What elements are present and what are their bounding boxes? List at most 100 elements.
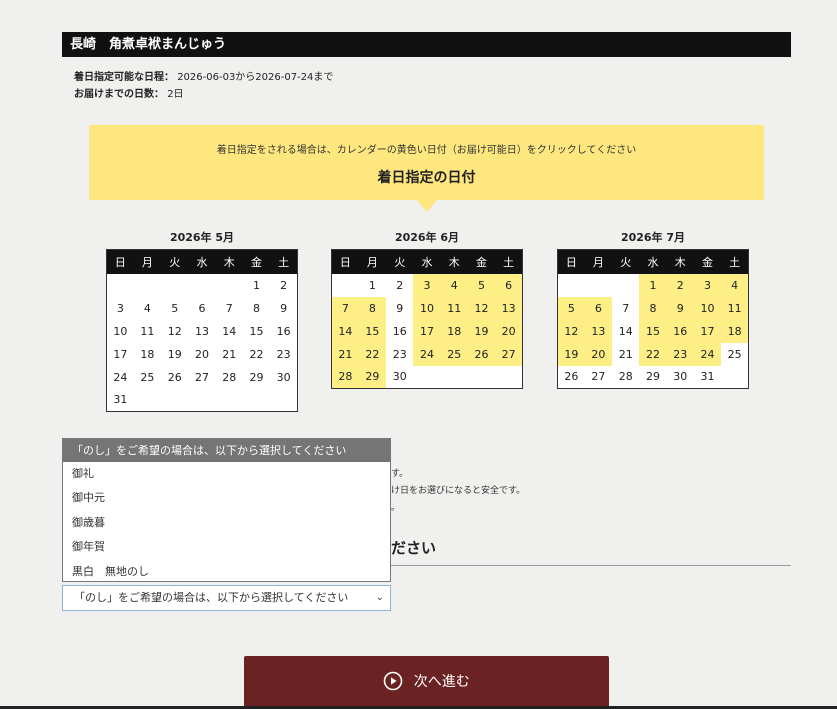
banner-instruction: 着日指定をされる場合は、カレンダーの黄色い日付（お届け可能日）をクリックしてくだ… (216, 145, 637, 156)
calendar-day: 30 (276, 370, 291, 384)
calendar-day-available[interactable]: 2 (666, 273, 694, 297)
calendar-day-available[interactable]: 20 (495, 319, 523, 343)
calendar-day-available[interactable]: 28 (331, 365, 359, 389)
calendar-week: 12 13 14 15 16 17 18 (557, 319, 749, 343)
calendar-day-available[interactable]: 1 (639, 273, 667, 297)
noshi-option[interactable]: 黒白 無地のし (63, 560, 390, 584)
calendar-day-available[interactable]: 24 (413, 342, 441, 366)
calendar-day-available[interactable]: 15 (358, 319, 387, 343)
calendar-day: 31 (700, 370, 715, 384)
calendar-day-available[interactable]: 5 (557, 296, 585, 320)
calendar-day-available[interactable]: 22 (358, 342, 387, 366)
calendar-day-available[interactable]: 10 (693, 296, 722, 320)
calendar-day: 26 (167, 370, 182, 384)
calendar-day-available[interactable]: 23 (666, 342, 694, 366)
calendar-day-available[interactable]: 11 (440, 296, 468, 320)
calendar-day-available[interactable]: 8 (358, 296, 387, 320)
noshi-option[interactable]: 御歳暮 (63, 511, 390, 535)
calendar-day-empty (612, 274, 639, 297)
calendar-day-available[interactable]: 24 (693, 342, 722, 366)
calendar-day-available[interactable]: 19 (467, 319, 496, 343)
calendar-day-available[interactable]: 27 (495, 342, 523, 366)
calendar-day-available[interactable]: 15 (639, 319, 667, 343)
calendar-day-available[interactable]: 18 (440, 319, 468, 343)
calendar-day: 19 (167, 347, 182, 361)
calendar-day: 21 (222, 347, 237, 361)
weekday-header: 木 (440, 249, 468, 274)
noshi-dropdown-list[interactable]: 「のし」をご希望の場合は、以下から選択してください 御礼 御中元 御歳暮 御年賀… (62, 438, 391, 582)
calendar-day-available[interactable]: 3 (413, 273, 441, 297)
calendar-day-available[interactable]: 6 (584, 296, 613, 320)
weekday-header: 土 (495, 249, 523, 274)
calendar-day-empty (243, 389, 270, 412)
weekday-header: 月 (584, 249, 613, 274)
next-button[interactable]: 次へ進む (244, 656, 609, 709)
noshi-option[interactable]: 御年賀 (63, 535, 390, 559)
calendar-day: 12 (167, 324, 182, 338)
calendar-day: 27 (591, 370, 606, 384)
calendar-day-available[interactable]: 4 (721, 273, 749, 297)
delivery-days-value: 2日 (167, 89, 184, 100)
noshi-option[interactable]: 御中元 (63, 486, 390, 510)
next-button-label: 次へ進む (413, 674, 470, 690)
calendar-grid: 日月火水木金土 1 2 3 4 5 6 7 8 9 10 11 12 13 14 15 16 17 18 19 20 21… (557, 249, 749, 389)
calendar-day-empty (216, 389, 243, 412)
calendar-day: 4 (143, 301, 151, 315)
calendar-day: 13 (194, 324, 209, 338)
calendar-week: 19 20 21 22 23 24 25 (557, 342, 749, 366)
calendar-day-available[interactable]: 18 (721, 319, 749, 343)
calendar-day-available[interactable]: 20 (584, 342, 613, 366)
calendar-day-available[interactable]: 25 (440, 342, 468, 366)
calendar-day-available[interactable]: 13 (495, 296, 523, 320)
calendar-day: 21 (618, 347, 633, 361)
calendar-day: 28 (618, 370, 633, 384)
calendar-day-available[interactable]: 10 (413, 296, 441, 320)
weekday-header: 火 (386, 249, 414, 274)
calendar-day-available[interactable]: 21 (331, 342, 359, 366)
calendar-day-available[interactable]: 4 (440, 273, 468, 297)
notice-line-2: け日をお選びになると安全です。 (391, 486, 526, 496)
calendar-day: 3 (116, 301, 124, 315)
notice-line-3: 。 (391, 503, 401, 513)
noshi-option-placeholder[interactable]: 「のし」をご希望の場合は、以下から選択してください (63, 439, 390, 462)
calendar-day-empty (558, 274, 585, 297)
calendar-day: 25 (140, 370, 155, 384)
noshi-option[interactable]: 御礼 (63, 462, 390, 486)
calendar-day-available[interactable]: 11 (721, 296, 749, 320)
calendar-day-available[interactable]: 12 (557, 319, 585, 343)
calendar-day-empty (721, 366, 748, 389)
calendar-day-available[interactable]: 3 (693, 273, 722, 297)
calendar-week: 7 8 9 10 11 12 13 (331, 296, 523, 320)
calendar-day-available[interactable]: 7 (331, 296, 359, 320)
noshi-select[interactable]: 「のし」をご希望の場合は、以下から選択してください ⌄ (62, 585, 391, 611)
calendar-day: 10 (113, 324, 128, 338)
calendar-day: 9 (396, 301, 404, 315)
calendar-day-available[interactable]: 8 (639, 296, 667, 320)
calendar-day-empty (413, 366, 440, 389)
calendar-day-available[interactable]: 16 (666, 319, 694, 343)
weekday-header: 日 (106, 249, 134, 274)
calendar-day-available[interactable]: 9 (666, 296, 694, 320)
calendar-day: 7 (622, 301, 630, 315)
section-divider (391, 565, 791, 566)
calendar-day-empty (468, 366, 495, 389)
calendar-day-available[interactable]: 26 (467, 342, 496, 366)
calendar-day: 2 (280, 278, 288, 292)
calendar-day: 29 (645, 370, 660, 384)
calendar-day: 23 (276, 347, 291, 361)
calendar-day-available[interactable]: 6 (495, 273, 523, 297)
calendar-day: 6 (198, 301, 206, 315)
calendar-day-available[interactable]: 19 (557, 342, 585, 366)
calendar-day-empty (107, 274, 134, 297)
calendar-day-available[interactable]: 12 (467, 296, 496, 320)
calendar-day: 23 (392, 347, 407, 361)
calendar-day-available[interactable]: 22 (639, 342, 667, 366)
calendar-day-available[interactable]: 29 (358, 365, 387, 389)
calendar-day-available[interactable]: 14 (331, 319, 359, 343)
calendar-day-available[interactable]: 5 (467, 273, 496, 297)
calendar-day-available[interactable]: 17 (693, 319, 722, 343)
weekday-header: 水 (639, 249, 667, 274)
calendar-day-available[interactable]: 17 (413, 319, 441, 343)
weekday-header: 日 (331, 249, 359, 274)
calendar-day-available[interactable]: 13 (584, 319, 613, 343)
